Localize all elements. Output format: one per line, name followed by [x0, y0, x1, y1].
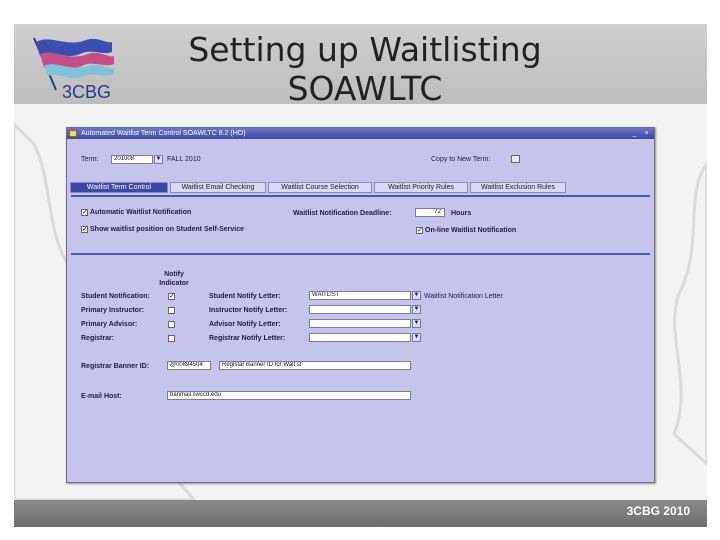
registrar-label: Registrar:: [81, 335, 115, 342]
registrar-notify-letter-input[interactable]: [309, 333, 411, 342]
registrar-banner-id-description: Registar Banner ID for Wait st: [219, 361, 411, 370]
registrar-checkbox[interactable]: [168, 335, 175, 342]
term-description: FALL 2010: [167, 156, 201, 163]
instructor-notify-letter-input[interactable]: [309, 305, 411, 314]
email-host-label: E-mail Host:: [81, 393, 122, 400]
advisor-notify-letter-input[interactable]: [309, 319, 411, 328]
slide-title-line1: Setting up Waitlisting: [188, 30, 542, 69]
primary-advisor-checkbox[interactable]: [168, 321, 175, 328]
advisor-notify-letter-label: Advisor Notify Letter:: [209, 321, 281, 328]
registrar-notify-letter-dropdown[interactable]: ▼: [412, 333, 421, 342]
copy-term-icon[interactable]: [511, 155, 520, 163]
automatic-waitlist-notification-checkbox[interactable]: ✓: [81, 209, 88, 216]
primary-advisor-label: Primary Advisor:: [81, 321, 138, 328]
automatic-waitlist-notification-label: Automatic Waitlist Notification: [90, 209, 192, 216]
registrar-banner-id-input[interactable]: @00894504: [167, 361, 211, 370]
tab-waitlist-course-selection[interactable]: Waitlist Course Selection: [268, 182, 372, 193]
hours-label: Hours: [451, 210, 472, 217]
primary-instructor-label: Primary Instructor:: [81, 307, 145, 314]
close-button[interactable]: ×: [642, 129, 651, 138]
window-title-bar[interactable]: Automated Waitlist Term Control SOAWLTC …: [67, 128, 654, 139]
logo-text: 3CBG: [62, 82, 111, 102]
show-waitlist-position-label: Show waitlist position on Student Self-S…: [90, 226, 245, 233]
registrar-notify-letter-label: Registrar Notify Letter:: [209, 335, 286, 342]
instructor-notify-letter-dropdown[interactable]: ▼: [412, 305, 421, 314]
section-divider: [71, 253, 650, 255]
instructor-notify-letter-label: Instructor Notify Letter:: [209, 307, 288, 314]
notification-deadline-input[interactable]: 72: [415, 208, 445, 217]
student-notify-letter-label: Student Notify Letter:: [209, 293, 281, 300]
slide-title-line2: SOAWLTC: [287, 69, 443, 108]
copy-to-new-term-label: Copy to New Term:: [431, 156, 491, 163]
online-waitlist-notification-label: On-line Waitlist Notification: [425, 227, 517, 234]
term-label: Term:: [81, 156, 99, 163]
show-waitlist-position-checkbox[interactable]: ✓: [81, 226, 88, 233]
tab-waitlist-priority-rules[interactable]: Waitlist Priority Rules: [374, 182, 468, 193]
slide-title: Setting up Waitlisting SOAWLTC: [150, 30, 580, 108]
student-notification-label: Student Notification:: [81, 293, 150, 300]
notification-deadline-label: Waitlist Notification Deadline:: [293, 210, 392, 217]
app-icon: [69, 130, 77, 137]
3cbg-logo: 3CBG: [26, 30, 116, 102]
student-notify-letter-dropdown[interactable]: ▼: [412, 291, 421, 300]
tab-divider: [71, 195, 650, 197]
slide-footer-bar: [14, 500, 707, 527]
advisor-notify-letter-dropdown[interactable]: ▼: [412, 319, 421, 328]
tab-waitlist-term-control[interactable]: Waitlist Term Control: [70, 182, 168, 193]
tab-waitlist-email-checking[interactable]: Waitlist Email Checking: [170, 182, 266, 193]
window-title: Automated Waitlist Term Control SOAWLTC …: [81, 130, 246, 137]
term-input[interactable]: 201008: [111, 155, 153, 164]
registrar-banner-id-label: Registrar Banner ID:: [81, 363, 150, 370]
tab-waitlist-exclusion-rules[interactable]: Waitlist Exclusion Rules: [470, 182, 566, 193]
term-lookup-button[interactable]: ▼: [154, 155, 163, 164]
student-notify-letter-input[interactable]: WAITLIST: [309, 291, 411, 300]
email-host-input[interactable]: banmail.swccd.edu: [167, 391, 411, 400]
banner-form-window: Automated Waitlist Term Control SOAWLTC …: [66, 127, 655, 483]
slide-footer-text: 3CBG 2010: [626, 504, 690, 518]
student-notify-letter-description: Waitlist Notification Letter: [424, 293, 503, 300]
student-notification-checkbox[interactable]: ✓: [168, 293, 175, 300]
notify-indicator-header: Notify Indicator: [159, 271, 189, 287]
online-waitlist-notification-checkbox[interactable]: ✓: [416, 227, 423, 234]
minimize-button[interactable]: _: [630, 129, 639, 138]
primary-instructor-checkbox[interactable]: [168, 307, 175, 314]
